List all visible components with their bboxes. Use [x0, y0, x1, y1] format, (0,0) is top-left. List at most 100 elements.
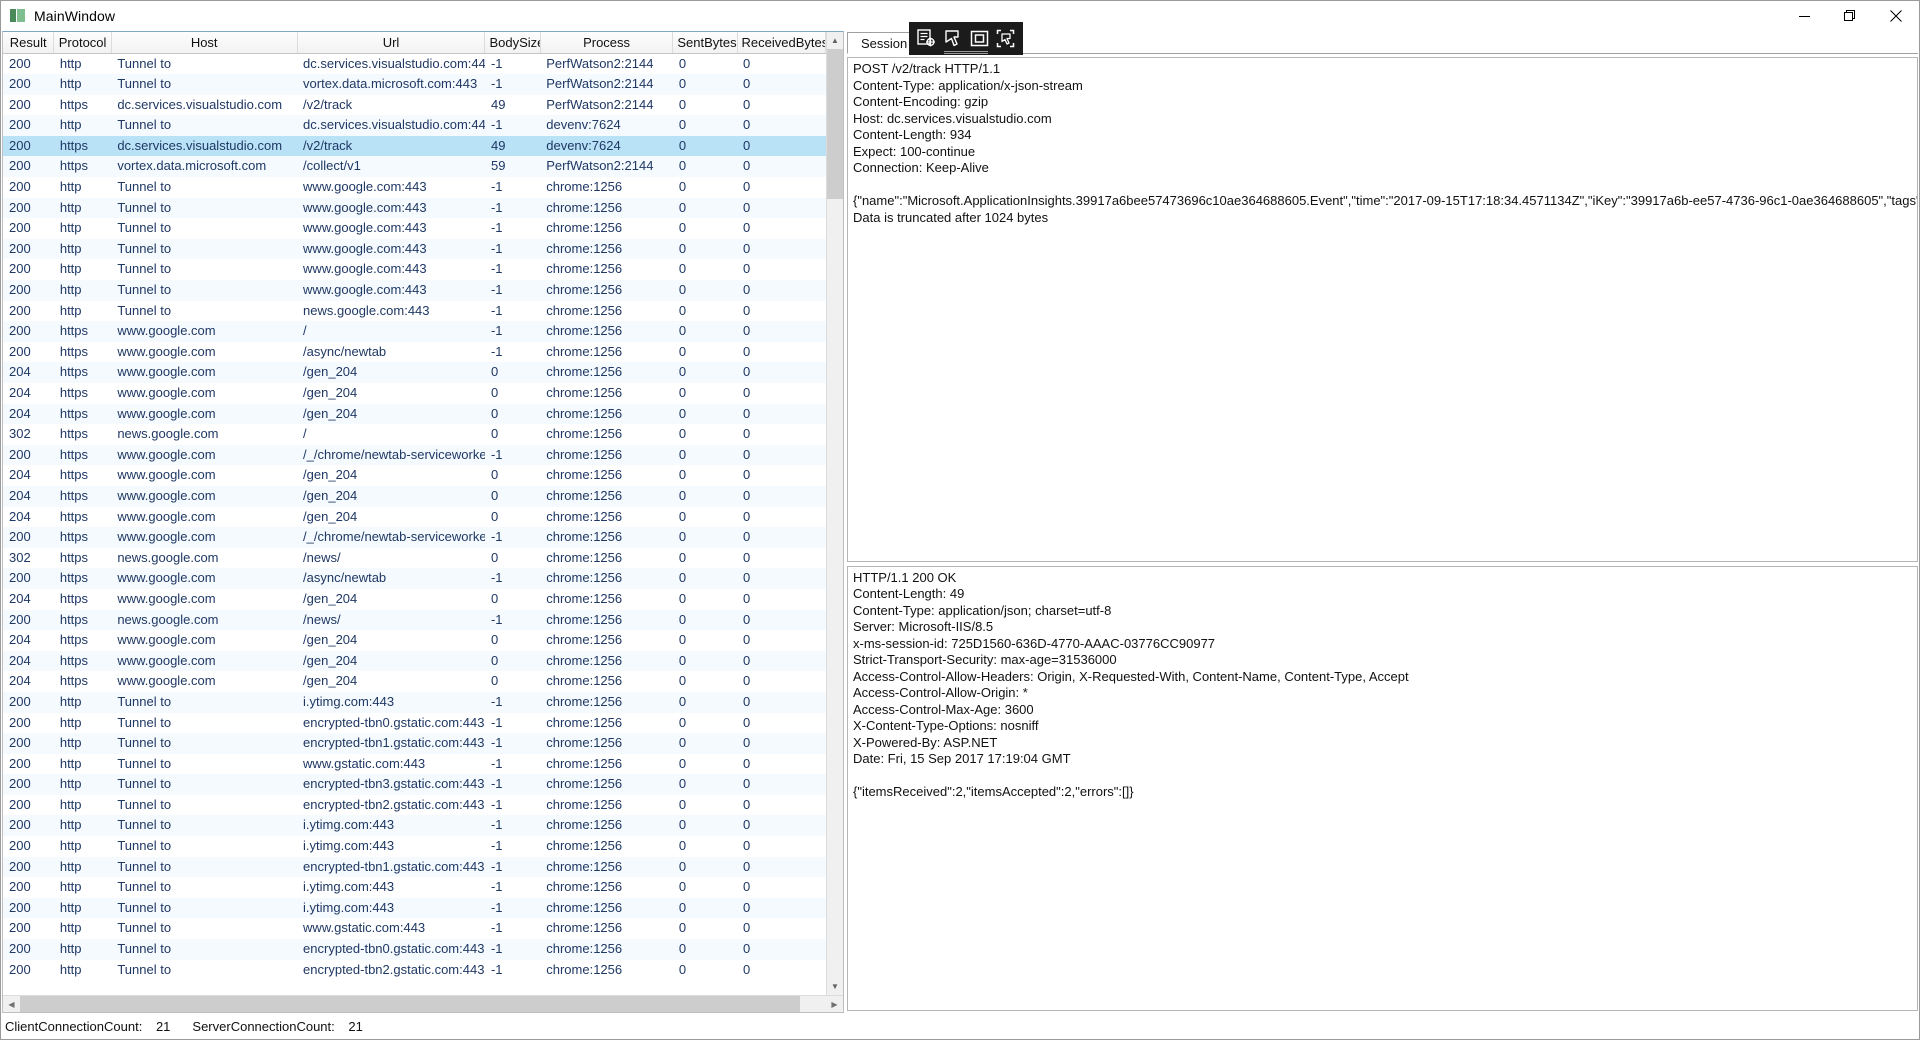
scroll-right-icon[interactable]: ▶ [826, 996, 843, 1012]
table-row[interactable]: 200 https www.google.com/async/newtab -1 chr… [3, 568, 826, 589]
table-row[interactable]: 200 http Tunnel to www.google.com:443 -1 chro… [3, 177, 826, 198]
table-row[interactable]: 302 https news.google.com/news/0 chrome:125… [3, 548, 826, 569]
table-row[interactable]: 200 http Tunnel to i.ytimg.com:443 -1 chrome:… [3, 877, 826, 898]
table-row[interactable]: 200 https www.google.com /_/chrome/newtab-s… [3, 444, 826, 466]
table-row[interactable]: 302 https news.google.com / 0 chrome:1256 0 0 [3, 424, 826, 445]
table-row[interactable]: 200 http Tunnel to www.google.com:443 -1 chro… [3, 238, 826, 260]
table-row[interactable]: 200 http Tunnel to i.ytimg.com:443 -1 chrome:… [3, 815, 826, 837]
table-row[interactable]: 200 https www.google.com / -1 chrome:1256 0 0 [3, 321, 826, 342]
cell-url: dc.services.visualstudio.com:443 [303, 117, 485, 133]
table-row[interactable]: 204 https www.google.com/gen_204 0 chrome:12… [3, 485, 826, 507]
table-row[interactable]: 200 http Tunnel to i.ytimg.com:443 -1 chrome:… [3, 897, 826, 919]
table-row[interactable]: 200 https www.google.com/async/newtab -1 chr… [3, 342, 826, 363]
table-row[interactable]: 200 http Tunnel to encrypted-tbn1.gstatic.c… [3, 733, 826, 754]
table-row[interactable]: 200 http Tunnel to encrypted-tbn0.gstatic.c… [3, 939, 826, 960]
cell-url: www.gstatic.com:443 [303, 920, 426, 936]
grid-horizontal-scrollbar[interactable]: ◀ ▶ [3, 995, 843, 1012]
cell-process: chrome:1256 [546, 405, 623, 421]
column-header-url[interactable]: Url [297, 32, 486, 54]
vscroll-track[interactable] [827, 49, 843, 978]
table-row[interactable]: 200 http Tunnel to news.google.com:443 -1 chr… [3, 301, 826, 322]
table-row[interactable]: 200 http Tunnel to www.google.com:443 -1 chro… [3, 280, 826, 301]
table-row[interactable]: 200 http Tunnel to vortex.data.microsoft.co… [3, 74, 826, 95]
table-row[interactable]: 200 http Tunnel to i.ytimg.com:443 -1 chrome:… [3, 691, 826, 713]
vscroll-thumb[interactable] [827, 49, 843, 199]
column-header-host[interactable]: Host [111, 32, 298, 54]
cell-host: Tunnel to [117, 879, 172, 895]
cell-host: www.google.com [117, 385, 216, 400]
table-row[interactable]: 200 https dc.services.visualstudio.com/v2/… [3, 95, 826, 116]
table-row[interactable]: 204 https www.google.com/gen_204 0 chrome:12… [3, 507, 826, 528]
scroll-up-icon[interactable]: ▲ [827, 32, 843, 49]
cell-protocol: http [59, 117, 82, 133]
cell-result: 204 [9, 632, 31, 648]
table-row[interactable]: 200 https dc.services.visualstudio.com/v2/… [3, 135, 826, 157]
cell-result: 200 [9, 735, 31, 751]
cell-bodysize: -1 [490, 343, 503, 359]
cell-receivedbytes: 0 [743, 817, 751, 833]
table-row[interactable]: 200 https vortex.data.microsoft.com/collec… [3, 156, 826, 178]
table-row[interactable]: 200 http Tunnel to encrypted-tbn2.gstatic.c… [3, 795, 826, 816]
table-row[interactable]: 200 http Tunnel to i.ytimg.com:443 -1 chrome:… [3, 836, 826, 857]
table-row[interactable]: 200 http Tunnel to www.google.com:443 -1 chro… [3, 218, 826, 239]
table-row[interactable]: 200 http Tunnel to www.google.com:443 -1 chro… [3, 259, 826, 280]
select-window-icon[interactable] [968, 28, 991, 50]
cell-protocol: https [59, 405, 89, 421]
table-row[interactable]: 200 http Tunnel to dc.services.visualstudio… [3, 53, 826, 74]
cell-url: www.google.com:443 [303, 261, 427, 277]
cell-host: Tunnel to [117, 858, 172, 874]
column-header-bodysize[interactable]: BodySize [484, 32, 541, 54]
cell-process: chrome:1256 [546, 549, 623, 565]
table-row[interactable]: 204 https www.google.com/gen_204 0 chrome:12… [3, 671, 826, 692]
cell-protocol: https [59, 508, 89, 524]
column-header-receivedbytes[interactable]: ReceivedBytes [737, 32, 826, 54]
cell-sentbytes: 0 [678, 302, 687, 318]
table-row[interactable]: 200 http Tunnel to encrypted-tbn1.gstatic.c… [3, 856, 826, 878]
hscroll-track[interactable] [20, 996, 826, 1012]
column-header-protocol[interactable]: Protocol [53, 32, 112, 54]
cell-sentbytes: 0 [678, 673, 687, 689]
hscroll-thumb[interactable] [20, 996, 800, 1012]
table-row[interactable]: 200 http Tunnel to www.gstatic.com:443 -1 chr… [3, 918, 826, 939]
table-row[interactable]: 200 http Tunnel to encrypted-tbn3.gstatic.c… [3, 774, 826, 795]
grid-vertical-scrollbar[interactable]: ▲ ▼ [826, 32, 843, 995]
ui-inspect-floating-toolbar[interactable] [909, 22, 1023, 55]
select-region-icon[interactable] [994, 28, 1017, 50]
request-header-line: Host: dc.services.visualstudio.com [853, 110, 1052, 126]
response-inspector[interactable]: HTTP/1.1 200 OK Content-Length: 49 Content… [847, 565, 1918, 1011]
column-header-sentbytes[interactable]: SentBytes [672, 32, 738, 54]
table-row[interactable]: 204 https www.google.com/gen_204 0 chrome:12… [3, 403, 826, 425]
table-row[interactable]: 204 https www.google.com/gen_204 0 chrome:12… [3, 630, 826, 651]
cell-protocol: http [59, 735, 82, 751]
table-row[interactable]: 200 http Tunnel to www.google.com:443 -1 chro… [3, 197, 826, 219]
toolbar-drag-grip[interactable] [944, 51, 988, 52]
table-row[interactable]: 200 https www.google.com /_/chrome/newtab-s… [3, 527, 826, 548]
table-row[interactable]: 200 https news.google.com/news/ -1 chrome:12… [3, 609, 826, 631]
cell-result: 200 [9, 776, 31, 792]
table-row[interactable]: 204 https www.google.com/gen_204 0 chrome:12… [3, 650, 826, 672]
close-button[interactable] [1873, 1, 1919, 31]
table-row[interactable]: 204 https www.google.com/gen_204 0 chrome:12… [3, 362, 826, 383]
table-row[interactable]: 204 https www.google.com/gen_204 0 chrome:12… [3, 589, 826, 610]
maximize-button[interactable] [1827, 1, 1873, 31]
minimize-button[interactable] [1781, 1, 1827, 31]
table-row[interactable]: 200 http Tunnel to encrypted-tbn0.gstatic.c… [3, 713, 826, 734]
table-row[interactable]: 200 http Tunnel to dc.services.visualstudio… [3, 115, 826, 136]
cell-sentbytes: 0 [678, 529, 687, 545]
column-header-result[interactable]: Result [3, 32, 55, 54]
request-inspector[interactable]: POST /v2/track HTTP/1.1 Content-Type: app… [847, 57, 1918, 562]
table-row[interactable]: 200 http Tunnel to www.gstatic.com:443 -1 chr… [3, 754, 826, 775]
cell-sentbytes: 0 [678, 920, 687, 936]
table-row[interactable]: 200 http Tunnel to encrypted-tbn2.gstatic.c… [3, 960, 826, 981]
scroll-left-icon[interactable]: ◀ [3, 996, 20, 1012]
inspect-element-icon[interactable] [915, 28, 938, 50]
table-row[interactable]: 204 https www.google.com/gen_204 0 chrome:12… [3, 465, 826, 486]
table-row[interactable]: 204 https www.google.com/gen_204 0 chrome:12… [3, 383, 826, 404]
cell-receivedbytes: 0 [743, 776, 751, 792]
pointer-cursor-icon[interactable] [941, 28, 964, 50]
main-content: Result Protocol Host Url BodySize Proces… [1, 31, 1919, 1013]
cell-bodysize: 0 [490, 385, 499, 400]
scroll-down-icon[interactable]: ▼ [827, 978, 843, 995]
column-header-process[interactable]: Process [540, 32, 674, 54]
response-header-line: {"itemsReceived":2,"itemsAccepted":2,"er… [853, 784, 1134, 800]
